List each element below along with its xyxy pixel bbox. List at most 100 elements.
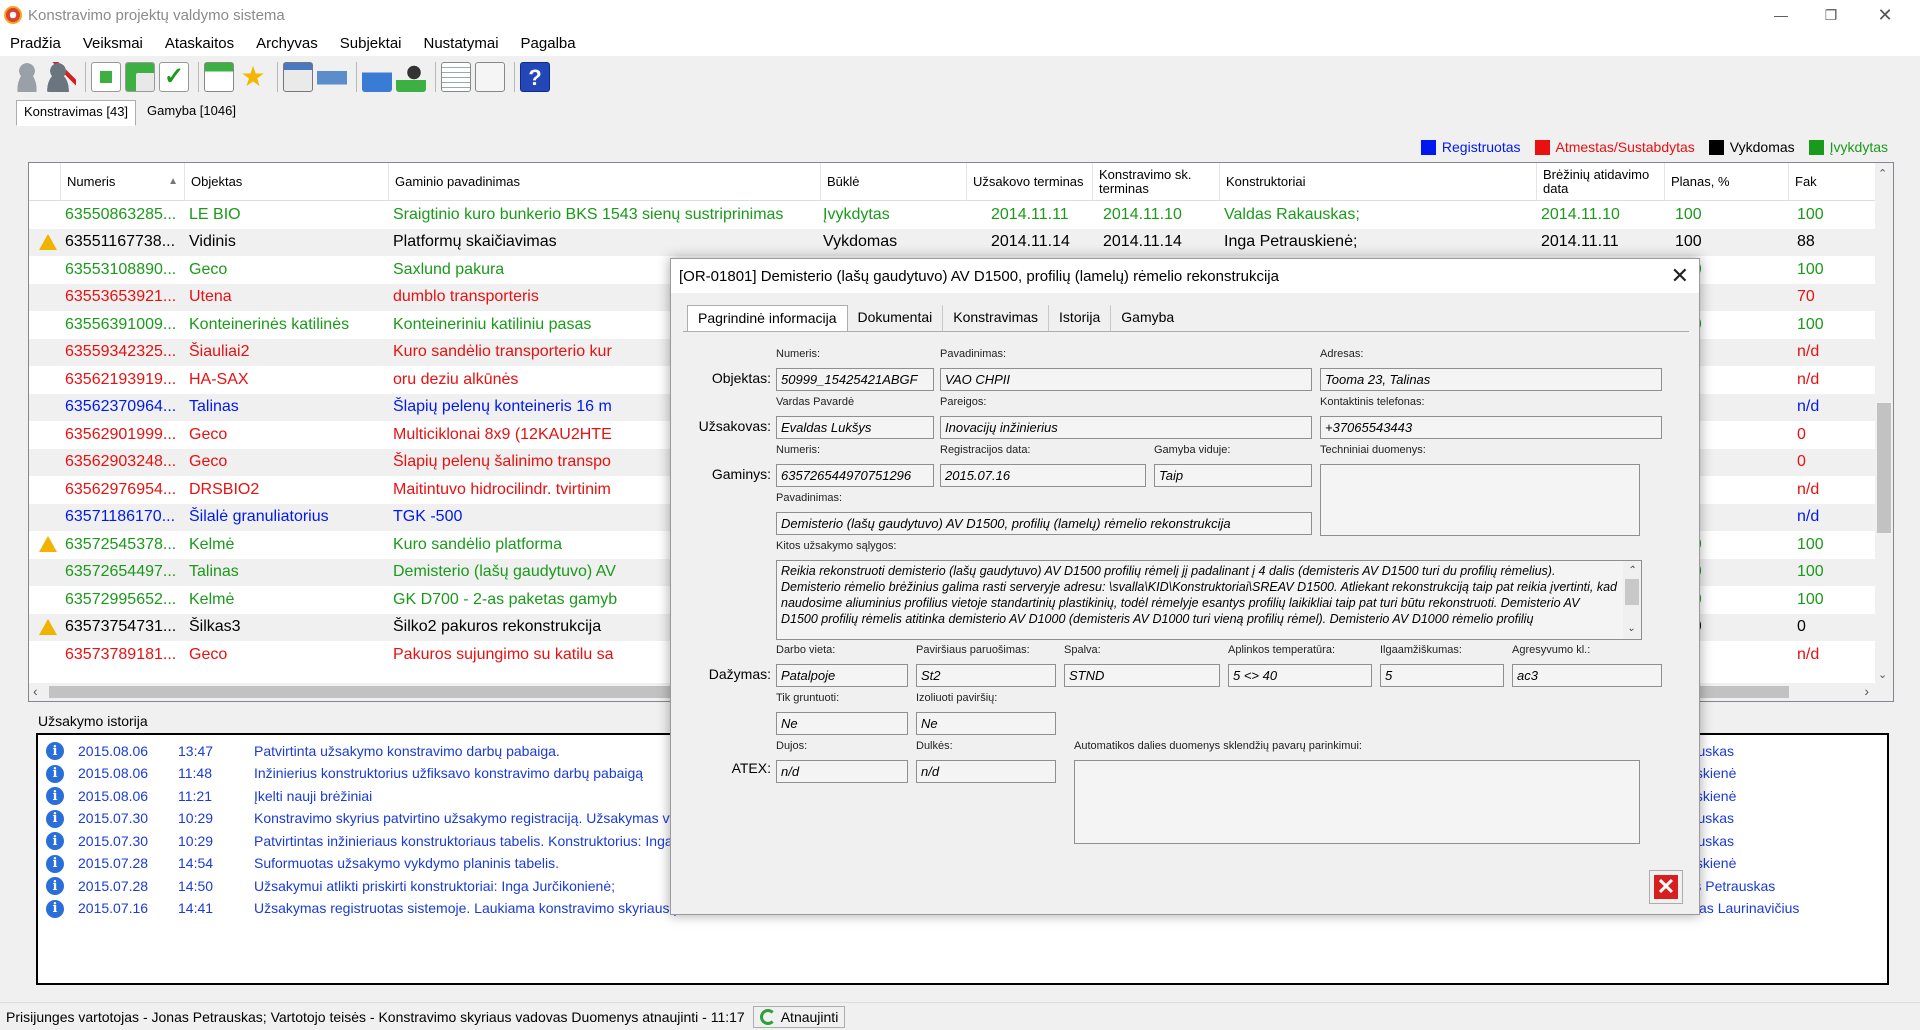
tab-konstravimas-dialog[interactable]: Konstravimas xyxy=(943,305,1050,331)
aplinkos-temperatura-field[interactable]: 5 <> 40 xyxy=(1228,664,1372,687)
uzsakovas-vardas-field[interactable]: Evaldas Lukšys xyxy=(776,416,934,439)
darbo-vieta-field[interactable]: Patalpoje xyxy=(776,664,908,687)
uzsakovas-telefonas-field[interactable]: +37065543443 xyxy=(1320,416,1662,439)
close-window-button[interactable]: ✕ xyxy=(1862,0,1908,30)
table-row[interactable]: 63550863285... LE BIO Sraigtinio kuro bunk… xyxy=(29,201,1893,229)
worker-icon[interactable] xyxy=(396,62,426,92)
menu-veiksmai[interactable]: Veiksmai xyxy=(83,35,143,52)
label-techniniai-duomenys: Techniniai duomenys: xyxy=(1320,444,1426,456)
label-aplinkos-temperatura: Aplinkos temperatūra: xyxy=(1228,644,1335,656)
scroll-thumb[interactable] xyxy=(1877,403,1891,533)
menu-archyvas[interactable]: Archyvas xyxy=(256,35,318,52)
scroll-down-icon[interactable]: ⌄ xyxy=(1627,621,1635,637)
automatikos-duomenys-field[interactable]: ⌃⌄ xyxy=(1074,760,1640,844)
header-uzsakovo-terminas[interactable]: Užsakovo terminas xyxy=(967,163,1093,201)
header-planas[interactable]: Planas, % xyxy=(1665,163,1789,201)
cell-state: Vykdomas xyxy=(823,233,898,251)
menu-ataskaitos[interactable]: Ataskaitos xyxy=(165,35,234,52)
scroll-thumb[interactable] xyxy=(1625,579,1639,605)
header-konstravimo-terminas[interactable]: Konstravimo sk. terminas xyxy=(1093,163,1220,201)
gamyba-viduje-field[interactable]: Taip xyxy=(1154,464,1312,487)
refresh-button[interactable]: Atnaujinti xyxy=(752,1005,846,1028)
new-document-icon[interactable] xyxy=(91,62,121,92)
cell-fact: 100 xyxy=(1797,535,1824,553)
salygos-scrollbar[interactable]: ⌃ ⌄ xyxy=(1623,561,1641,639)
spalva-field[interactable]: STND xyxy=(1064,664,1220,687)
header-breziniu-data[interactable]: Brėžinių atidavimo data xyxy=(1537,163,1665,201)
scroll-up-icon[interactable]: ⌃ xyxy=(1878,167,1887,180)
warning-icon xyxy=(39,618,57,635)
tab-dokumentai[interactable]: Dokumentai xyxy=(848,305,944,331)
tab-pagrindine-informacija[interactable]: Pagrindinė informacija xyxy=(687,305,848,331)
grid-vertical-scrollbar[interactable]: ⌃ ⌄ xyxy=(1875,163,1893,701)
obj-pavadinimas-field[interactable]: VAO CHPII xyxy=(940,368,1312,391)
dulkes-field[interactable]: n/d xyxy=(916,760,1056,783)
header-gaminio-pavadinimas[interactable]: Gaminio pavadinimas xyxy=(389,163,821,201)
delete-button[interactable]: ✕ xyxy=(1649,870,1683,904)
dialog-close-icon[interactable]: ✕ xyxy=(1671,263,1689,289)
user-icon[interactable] xyxy=(12,62,42,92)
help-icon[interactable]: ? xyxy=(520,62,550,92)
uzsakovas-pareigos-field[interactable]: Inovacijų inžinierius xyxy=(940,416,1312,439)
header-bukle[interactable]: Būklė xyxy=(821,163,967,201)
scroll-right-icon[interactable]: › xyxy=(1864,683,1869,699)
cell-fact: n/d xyxy=(1797,645,1820,663)
header-numeris[interactable]: Numeris ▲ xyxy=(61,163,185,201)
pavirsiaus-paruosimas-field[interactable]: St2 xyxy=(916,664,1056,687)
scroll-down-icon[interactable]: ⌄ xyxy=(1878,668,1887,681)
main-tabs: Konstravimas [43] Gamyba [1046] xyxy=(16,100,247,126)
cell-num: 63571186170... xyxy=(65,508,176,526)
cell-plan: 100 xyxy=(1675,233,1702,251)
dujos-field[interactable]: n/d xyxy=(776,760,908,783)
menu-pradzia[interactable]: Pradžia xyxy=(10,35,61,52)
menu-subjektai[interactable]: Subjektai xyxy=(340,35,402,52)
label-izoliuoti-pavirsiu: Izoliuoti paviršių: xyxy=(916,692,998,704)
remove-user-icon[interactable] xyxy=(46,62,76,92)
home-icon[interactable] xyxy=(362,62,392,92)
window-icon[interactable] xyxy=(283,62,313,92)
approve-icon[interactable]: ✓ xyxy=(159,62,189,92)
tik-gruntuoti-field[interactable]: Ne xyxy=(776,712,908,735)
agresyvumo-kl-field[interactable]: ac3 xyxy=(1512,664,1662,687)
izoliuoti-pavirsiu-field[interactable]: Ne xyxy=(916,712,1056,735)
minimize-button[interactable]: — xyxy=(1758,0,1804,30)
info-icon: i xyxy=(46,877,64,895)
tab-gamyba-dialog[interactable]: Gamyba xyxy=(1111,305,1184,331)
tab-gamyba[interactable]: Gamyba [1046] xyxy=(140,100,243,126)
tab-istorija[interactable]: Istorija xyxy=(1049,305,1112,331)
cell-obj: Geco xyxy=(189,453,228,471)
gaminys-numeris-field[interactable]: 635726544970751296 xyxy=(776,464,934,487)
add-icon[interactable] xyxy=(125,62,155,92)
cell-date: 2014.11.10 xyxy=(1541,205,1620,223)
menu-nustatymai[interactable]: Nustatymai xyxy=(424,35,499,52)
obj-adresas-field[interactable]: Tooma 23, Talinas xyxy=(1320,368,1662,391)
registracijos-data-field[interactable]: 2015.07.16 xyxy=(940,464,1146,487)
cell-obj: Šilalė granuliatorius xyxy=(189,508,329,526)
header-faktas[interactable]: Fak xyxy=(1789,163,1877,201)
cell-fact: 100 xyxy=(1797,563,1824,581)
report-icon[interactable] xyxy=(441,62,471,92)
table-row[interactable]: 63551167738... Vidinis Platformų skaičiavi… xyxy=(29,228,1893,256)
favorite-star-icon[interactable]: ★ xyxy=(238,62,268,92)
cell-fact: 0 xyxy=(1797,453,1806,471)
cell-num: 63553108890... xyxy=(65,260,177,278)
techniniai-duomenys-field[interactable]: ⌃⌄ xyxy=(1320,464,1640,536)
label-telefonas: Kontaktinis telefonas: xyxy=(1320,396,1425,408)
warning-icon xyxy=(39,536,57,552)
header-objektas[interactable]: Objektas xyxy=(185,163,389,201)
ilgaamziskumas-field[interactable]: 5 xyxy=(1380,664,1504,687)
settings-document-icon[interactable] xyxy=(475,62,505,92)
obj-numeris-field[interactable]: 50999_15425421ABGF xyxy=(776,368,934,391)
scroll-left-icon[interactable]: ‹ xyxy=(33,683,38,699)
maximize-button[interactable]: ❐ xyxy=(1808,0,1854,30)
scroll-up-icon[interactable]: ⌃ xyxy=(1627,563,1635,579)
tab-konstravimas[interactable]: Konstravimas [43] xyxy=(16,100,137,126)
list-icon[interactable] xyxy=(204,62,234,92)
menu-pagalba[interactable]: Pagalba xyxy=(521,35,576,52)
grid-header: Numeris ▲ Objektas Gaminio pavadinimas Bū… xyxy=(29,163,1893,201)
gaminys-pavadinimas-field[interactable]: Demisterio (lašų gaudytuvo) AV D1500, pr… xyxy=(776,512,1312,535)
cell-fact: n/d xyxy=(1797,370,1820,388)
header-konstruktoriai[interactable]: Konstruktoriai xyxy=(1220,163,1537,201)
printer-icon[interactable] xyxy=(317,62,347,92)
kitos-salygos-field[interactable]: Reikia rekonstruoti demisterio (lašų gau… xyxy=(776,560,1642,640)
